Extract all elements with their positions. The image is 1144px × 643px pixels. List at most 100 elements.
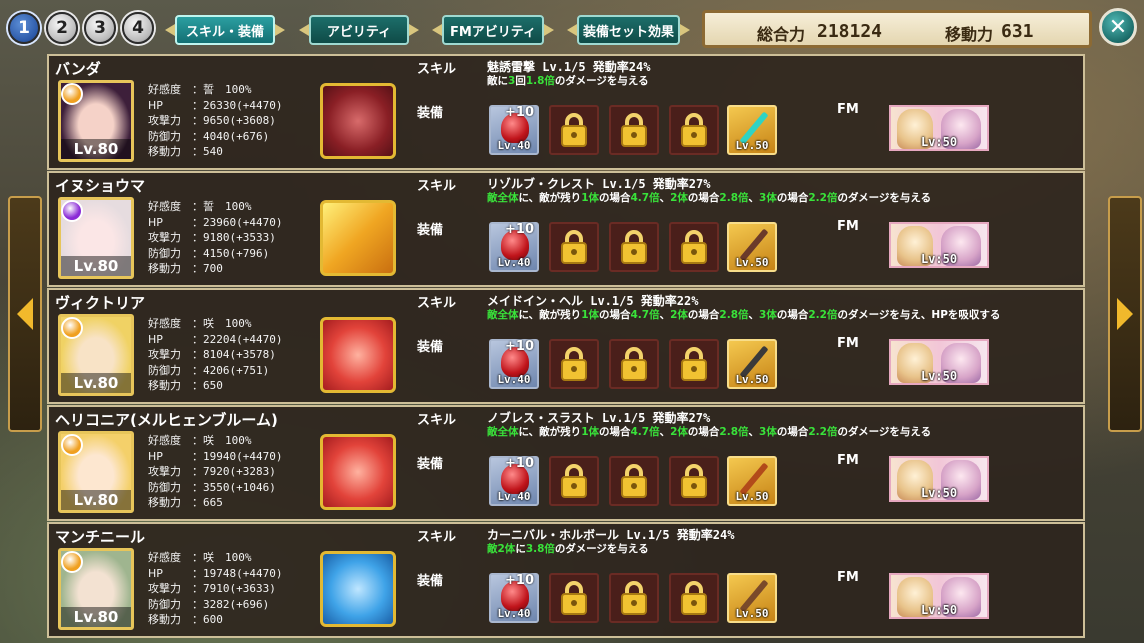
- skill-icon[interactable]: [320, 551, 396, 627]
- gear-slot[interactable]: +10 Lv.40: [489, 573, 539, 623]
- fm-label: FM: [837, 219, 859, 234]
- character-stats: 好感度 ：咲 100% HP ：19940(+4470) 攻撃力 ：7920(+328…: [148, 433, 282, 511]
- locked-slot[interactable]: [609, 573, 659, 623]
- character-row[interactable]: マンチニール Lv.80 好感度 ：咲 100% HP ：19748(+4470) …: [47, 522, 1085, 638]
- fm-level: Lv:50: [920, 135, 958, 149]
- character-portrait[interactable]: Lv.80: [58, 431, 134, 513]
- weapon-slot[interactable]: Lv.50: [727, 339, 777, 389]
- team-4-button[interactable]: 4: [122, 12, 154, 44]
- skill-desc-part: 2体: [670, 426, 688, 438]
- hp-label: HP: [148, 98, 163, 112]
- character-portrait[interactable]: Lv.80: [58, 80, 134, 162]
- locked-slot[interactable]: [549, 573, 599, 623]
- gear-level: Lv.40: [497, 139, 531, 152]
- locked-slot[interactable]: [669, 339, 719, 389]
- element-orb-icon: [61, 434, 83, 456]
- lock-icon: [621, 581, 647, 615]
- affinity-label: 好感度: [148, 317, 181, 330]
- skill-desc-part: に: [515, 543, 526, 555]
- character-row[interactable]: ヘリコニア(メルヒェンブルーム) Lv.80 好感度 ：咲 100% HP ：199…: [47, 405, 1085, 521]
- team-1-button[interactable]: 1: [8, 12, 40, 44]
- fm-level: Lv:50: [920, 252, 958, 266]
- character-row[interactable]: バンダ Lv.80 好感度 ：誓 100% HP ：26330(+4470) 攻撃力…: [47, 54, 1085, 170]
- weapon-slot[interactable]: Lv.50: [727, 222, 777, 272]
- weapon-slot[interactable]: Lv.50: [727, 105, 777, 155]
- locked-slot[interactable]: [549, 456, 599, 506]
- hp-value: ：19940(+4470): [192, 449, 283, 463]
- weapon-slot[interactable]: Lv.50: [727, 573, 777, 623]
- close-button[interactable]: ✕: [1099, 8, 1137, 46]
- locked-slot[interactable]: [669, 105, 719, 155]
- hp-value: ：23960(+4470): [192, 215, 283, 229]
- affinity-value: ：誓 100%: [192, 83, 252, 96]
- character-name: マンチニール: [55, 528, 146, 546]
- locked-slot[interactable]: [609, 222, 659, 272]
- prev-page-button[interactable]: [8, 196, 42, 432]
- gear-slot[interactable]: +10 Lv.40: [489, 105, 539, 155]
- character-row[interactable]: イヌショウマ Lv.80 好感度 ：誓 100% HP ：23960(+4470) …: [47, 171, 1085, 287]
- def-label: 防御力: [148, 129, 181, 143]
- affinity-label: 好感度: [148, 434, 181, 447]
- skill-icon[interactable]: [320, 83, 396, 159]
- gear-slot[interactable]: +10 Lv.40: [489, 339, 539, 389]
- lock-icon: [561, 581, 587, 615]
- team-2-button[interactable]: 2: [46, 12, 78, 44]
- skill-desc-part: 3体: [759, 309, 777, 321]
- skill-desc-part: の場合: [687, 426, 720, 438]
- skill-desc-part: 4.7倍: [630, 309, 660, 321]
- move-label: 移動力: [148, 379, 181, 392]
- fm-card[interactable]: Lv:50: [889, 456, 989, 502]
- def-label: 防御力: [148, 363, 181, 377]
- fm-card[interactable]: Lv:50: [889, 105, 989, 151]
- next-page-button[interactable]: [1108, 196, 1142, 432]
- locked-slot[interactable]: [549, 339, 599, 389]
- locked-slot[interactable]: [609, 456, 659, 506]
- character-portrait[interactable]: Lv.80: [58, 314, 134, 396]
- character-level: Lv.80: [61, 139, 131, 159]
- skill-desc-part: の場合: [776, 309, 809, 321]
- weapon-slot[interactable]: Lv.50: [727, 456, 777, 506]
- fm-card[interactable]: Lv:50: [889, 339, 989, 385]
- lock-icon: [561, 113, 587, 147]
- atk-label: 攻撃力: [148, 465, 181, 478]
- gear-plus: +10: [505, 456, 534, 471]
- skill-icon[interactable]: [320, 317, 396, 393]
- skill-icon[interactable]: [320, 200, 396, 276]
- equip-label: 装備: [417, 457, 444, 472]
- skill-desc-part: の場合: [687, 309, 720, 321]
- locked-slot[interactable]: [549, 222, 599, 272]
- gear-slot[interactable]: +10 Lv.40: [489, 222, 539, 272]
- skill-desc-part: 、: [659, 309, 671, 321]
- locked-slot[interactable]: [669, 222, 719, 272]
- gear-plus: +10: [505, 222, 534, 237]
- skill-icon[interactable]: [320, 434, 396, 510]
- character-portrait[interactable]: Lv.80: [58, 197, 134, 279]
- lock-icon: [681, 113, 707, 147]
- skill-desc-part: 、: [748, 192, 760, 204]
- hp-label: HP: [148, 215, 163, 229]
- gear-slot[interactable]: +10 Lv.40: [489, 456, 539, 506]
- tab-equip-set-effect[interactable]: 装備セット効果: [577, 15, 680, 45]
- atk-label: 攻撃力: [148, 114, 181, 127]
- character-name: イヌショウマ: [55, 177, 146, 195]
- team-3-button[interactable]: 3: [84, 12, 116, 44]
- locked-slot[interactable]: [609, 339, 659, 389]
- locked-slot[interactable]: [669, 456, 719, 506]
- fm-card[interactable]: Lv:50: [889, 222, 989, 268]
- tab-fm-ability[interactable]: FMアビリティ: [442, 15, 544, 45]
- atk-value: ：7920(+3283): [192, 465, 276, 478]
- fm-card[interactable]: Lv:50: [889, 573, 989, 619]
- locked-slot[interactable]: [549, 105, 599, 155]
- def-label: 防御力: [148, 246, 181, 260]
- skill-desc-part: に、敵が残り: [518, 426, 582, 438]
- move-value: ：700: [192, 262, 223, 275]
- character-row[interactable]: ヴィクトリア Lv.80 好感度 ：咲 100% HP ：22204(+4470) …: [47, 288, 1085, 404]
- locked-slot[interactable]: [609, 105, 659, 155]
- skill-desc-part: 敵全体: [487, 426, 519, 438]
- weapon-level: Lv.50: [735, 139, 769, 152]
- tab-ability[interactable]: アビリティ: [309, 15, 409, 45]
- character-portrait[interactable]: Lv.80: [58, 548, 134, 630]
- hp-label: HP: [148, 332, 163, 346]
- locked-slot[interactable]: [669, 573, 719, 623]
- tab-skill-equip[interactable]: スキル・装備: [175, 15, 275, 45]
